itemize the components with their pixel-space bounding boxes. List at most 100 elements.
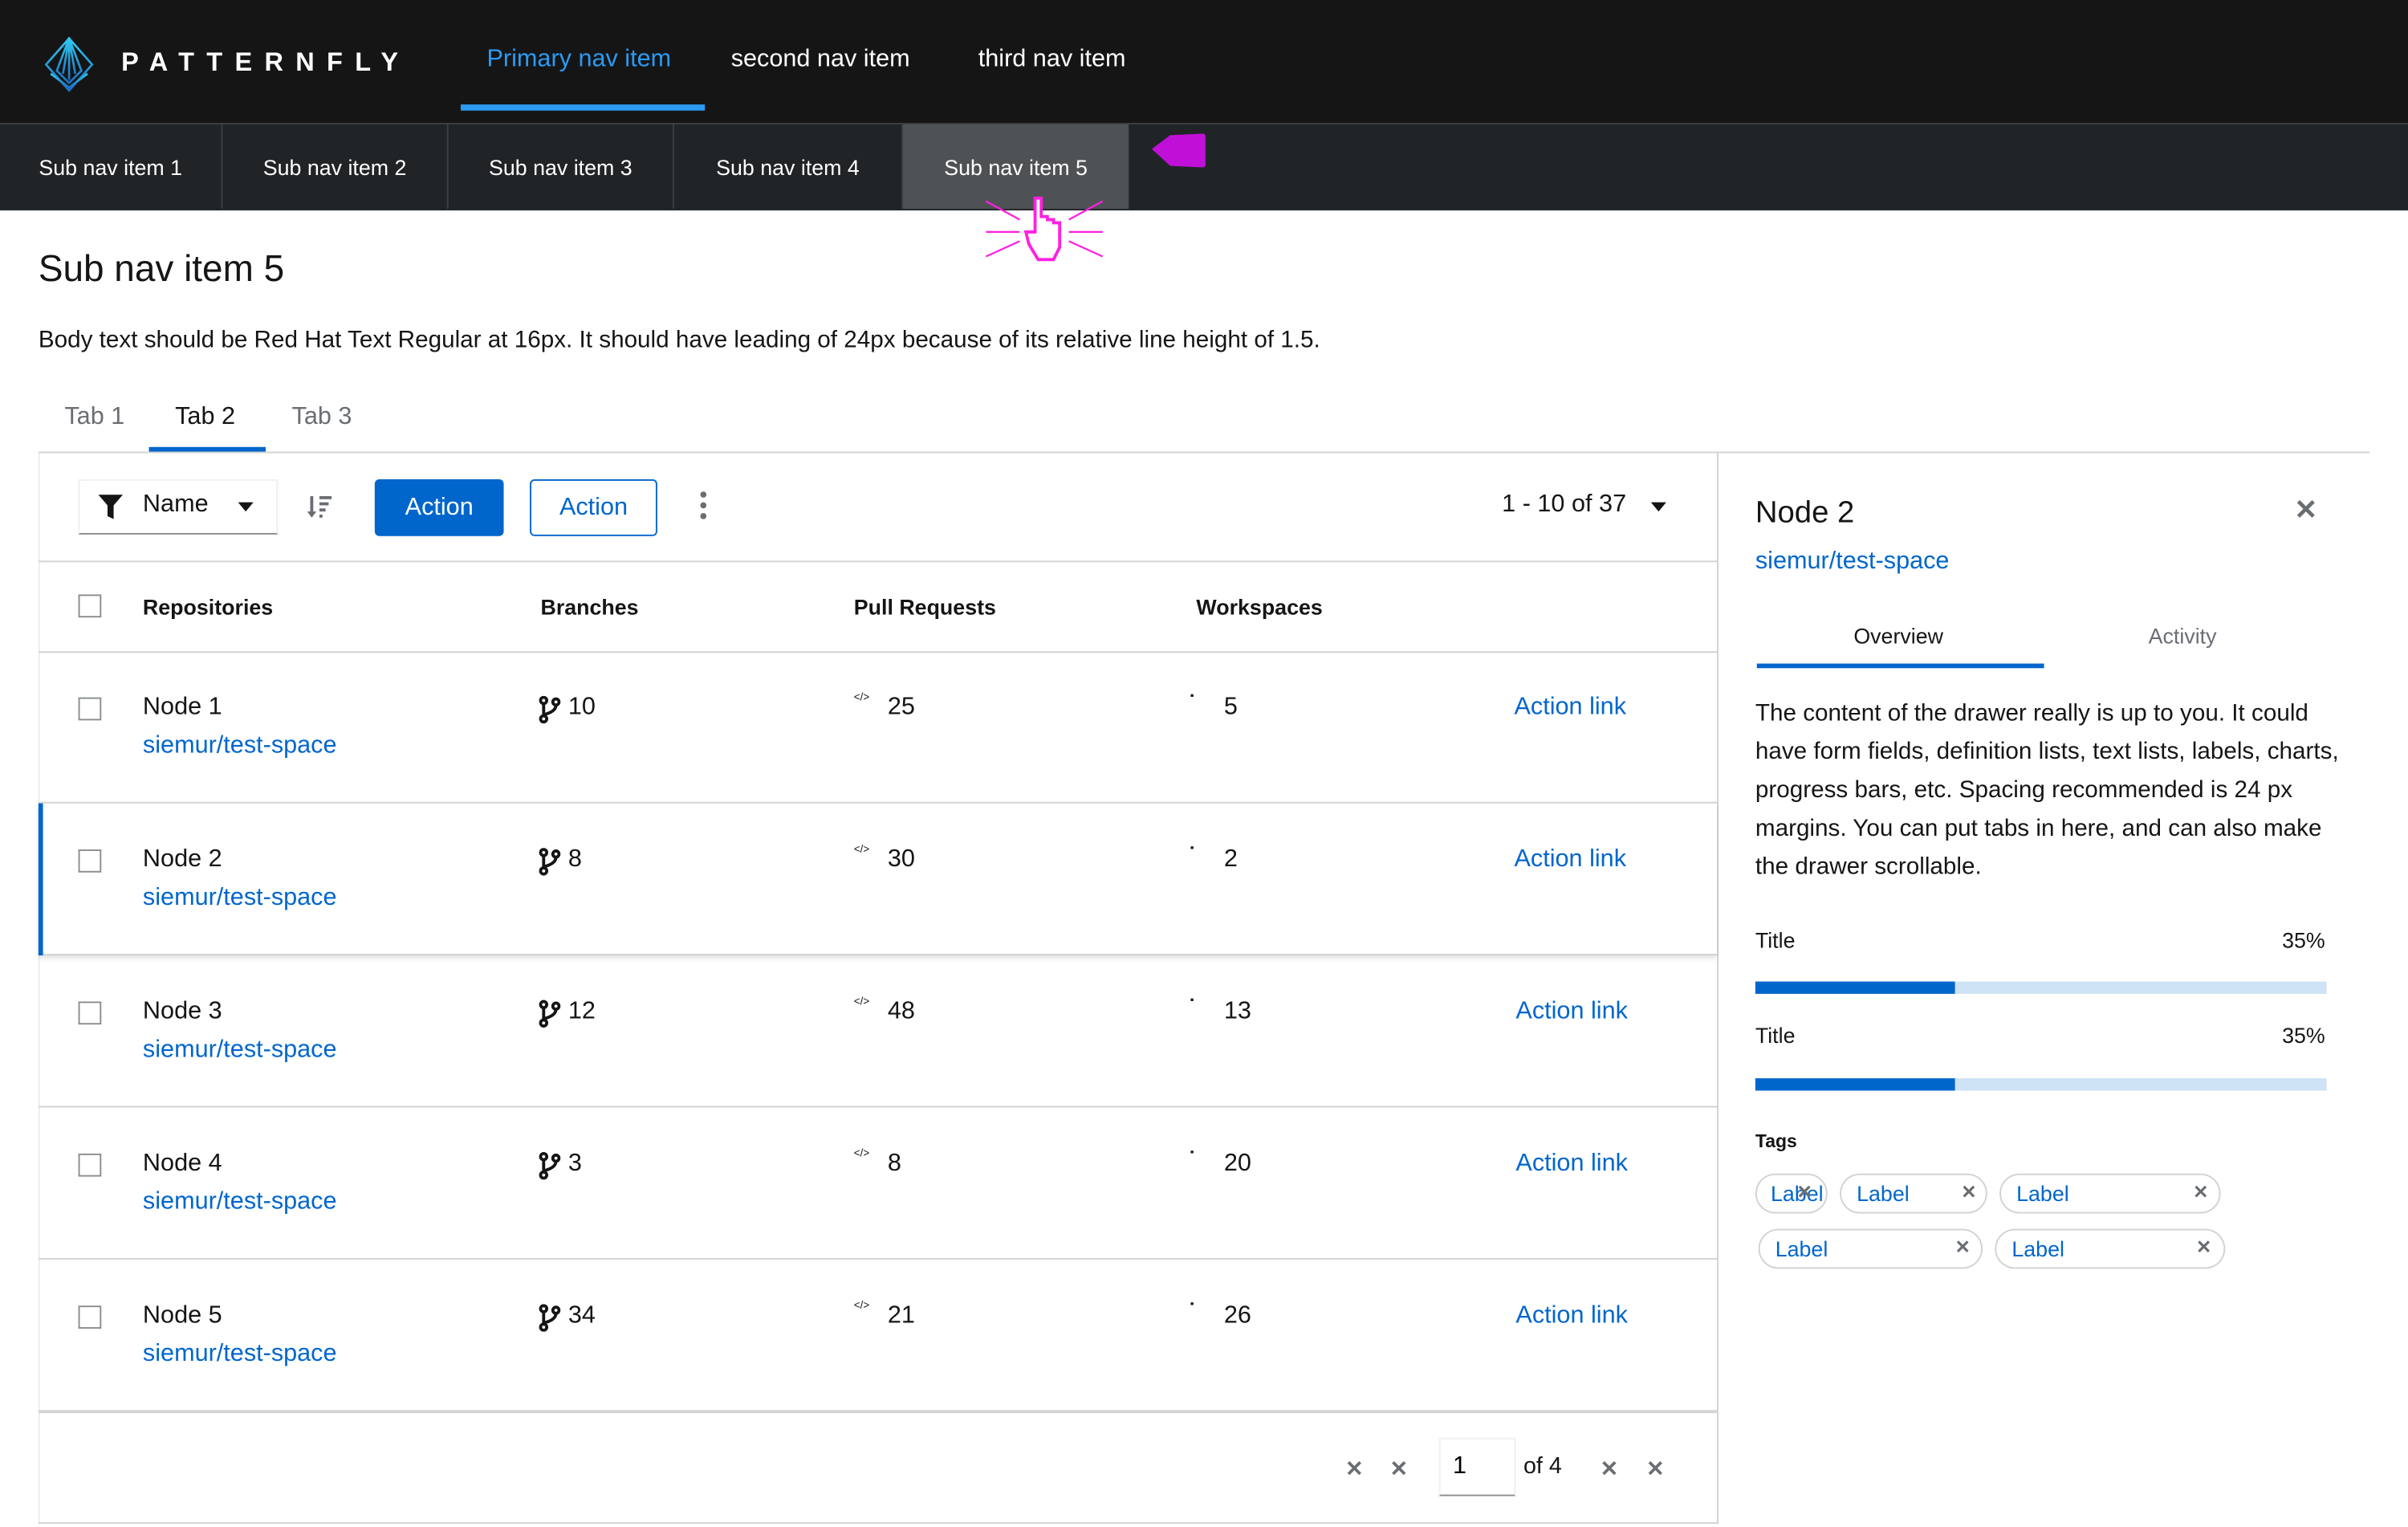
row-branches: 34 bbox=[567, 1302, 596, 1329]
row-checkbox[interactable] bbox=[78, 1001, 102, 1025]
row-node-name: Node 5 bbox=[142, 1302, 222, 1329]
first-page-button[interactable]: ✕ bbox=[1345, 1456, 1363, 1483]
drawer-repo-link[interactable]: siemur/test-space bbox=[1755, 548, 1950, 576]
subnav-item-2[interactable]: Sub nav item 2 bbox=[222, 124, 449, 210]
row-repo-link[interactable]: siemur/test-space bbox=[143, 1189, 337, 1216]
cube-icon: ▪ bbox=[1190, 690, 1194, 702]
page-number-input[interactable] bbox=[1438, 1437, 1516, 1496]
page-description: Body text should be Red Hat Text Regular… bbox=[38, 327, 1320, 354]
subnav-item-3[interactable]: Sub nav item 3 bbox=[449, 124, 674, 210]
pagination-range: 1 - 10 bbox=[1502, 491, 1565, 518]
column-header-repositories[interactable]: Repositories bbox=[143, 594, 273, 619]
pagination-of: of bbox=[1571, 491, 1592, 518]
table-row[interactable] bbox=[39, 1260, 1717, 1411]
table-row[interactable] bbox=[39, 1107, 1717, 1259]
table-row[interactable] bbox=[39, 955, 1717, 1107]
drawer-tab-overview[interactable]: Overview bbox=[1853, 624, 1943, 649]
caret-down-icon bbox=[238, 502, 254, 512]
row-repo-link[interactable]: siemur/test-space bbox=[143, 885, 337, 912]
tags-label: Tags bbox=[1755, 1130, 1797, 1152]
progress-bar-2-fill bbox=[1755, 1078, 1955, 1091]
drawer-close-icon[interactable]: ✕ bbox=[2294, 495, 2317, 527]
next-page-button[interactable]: ✕ bbox=[1601, 1456, 1618, 1483]
secondary-action-button[interactable]: Action bbox=[530, 478, 657, 536]
code-branch-icon bbox=[539, 695, 561, 724]
sort-icon[interactable] bbox=[307, 495, 332, 519]
row-action-link[interactable]: Action link bbox=[1514, 694, 1626, 722]
row-checkbox[interactable] bbox=[78, 1305, 102, 1329]
row-node-name: Node 3 bbox=[142, 998, 222, 1025]
row-repo-link[interactable]: siemur/test-space bbox=[143, 1341, 337, 1368]
row-checkbox[interactable] bbox=[78, 1153, 102, 1177]
tag-chip: Label ✕ bbox=[1755, 1173, 1828, 1214]
kebab-menu-icon[interactable] bbox=[696, 491, 711, 522]
tab-1[interactable]: Tab 1 bbox=[64, 404, 124, 431]
column-header-workspaces[interactable]: Workspaces bbox=[1196, 594, 1322, 619]
filter-icon bbox=[98, 495, 124, 519]
subnav-item-4[interactable]: Sub nav item 4 bbox=[674, 124, 904, 210]
cube-icon: ▪ bbox=[1190, 995, 1194, 1007]
progress-1-title: Title bbox=[1755, 927, 1796, 953]
row-repo-link[interactable]: siemur/test-space bbox=[143, 733, 337, 760]
row-action-link[interactable]: Action link bbox=[1514, 846, 1626, 873]
footer-divider bbox=[38, 1411, 1718, 1414]
page-count: of 4 bbox=[1523, 1452, 1562, 1480]
annotation-marker-icon bbox=[1151, 133, 1206, 168]
nav-item-primary[interactable]: Primary nav item bbox=[487, 46, 672, 73]
nav-active-indicator bbox=[460, 104, 706, 111]
code-icon: </> bbox=[853, 845, 870, 856]
row-action-link[interactable]: Action link bbox=[1515, 1302, 1628, 1330]
row-action-link[interactable]: Action link bbox=[1515, 999, 1628, 1026]
pagination-total: 37 bbox=[1599, 491, 1627, 518]
subnav-item-1[interactable]: Sub nav item 1 bbox=[0, 124, 223, 210]
row-checkbox[interactable] bbox=[78, 697, 102, 721]
pagination-caret-icon[interactable] bbox=[1650, 502, 1666, 512]
row-branches: 12 bbox=[567, 998, 596, 1025]
tag-remove-icon[interactable]: ✕ bbox=[2196, 1236, 2211, 1258]
patternfly-logo-icon[interactable] bbox=[39, 36, 100, 92]
code-branch-icon bbox=[539, 1304, 561, 1332]
tag-label: Label bbox=[1857, 1181, 1910, 1206]
cube-icon: ▪ bbox=[1190, 843, 1194, 854]
table-row[interactable] bbox=[39, 804, 1717, 955]
tag-remove-icon[interactable]: ✕ bbox=[1797, 1181, 1812, 1203]
toolbar-divider bbox=[38, 560, 1718, 563]
tab-active-indicator bbox=[148, 446, 266, 452]
row-checkbox[interactable] bbox=[78, 849, 102, 873]
tab-2[interactable]: Tab 2 bbox=[175, 404, 235, 431]
filter-label: Name bbox=[142, 491, 209, 518]
row-branches: 10 bbox=[567, 694, 596, 721]
tag-remove-icon[interactable]: ✕ bbox=[1955, 1236, 1971, 1258]
select-all-checkbox[interactable] bbox=[78, 594, 102, 618]
row-branches: 8 bbox=[567, 846, 582, 873]
code-branch-icon bbox=[539, 1151, 561, 1180]
row-action-link[interactable]: Action link bbox=[1515, 1150, 1628, 1178]
last-page-button[interactable]: ✕ bbox=[1646, 1456, 1664, 1483]
nav-item-third[interactable]: third nav item bbox=[978, 46, 1126, 73]
row-node-name: Node 1 bbox=[142, 694, 222, 721]
previous-page-button[interactable]: ✕ bbox=[1390, 1456, 1408, 1483]
row-workspaces: 13 bbox=[1223, 998, 1251, 1025]
nav-item-second[interactable]: second nav item bbox=[731, 46, 910, 73]
pagination-summary[interactable]: 1 - 10 of 37 bbox=[1502, 491, 1626, 519]
column-header-pull-requests[interactable]: Pull Requests bbox=[854, 594, 996, 619]
progress-2-title: Title bbox=[1755, 1023, 1796, 1048]
row-node-name: Node 4 bbox=[142, 1150, 222, 1177]
panel-bottom-border bbox=[38, 1522, 1719, 1524]
drawer-tab-activity[interactable]: Activity bbox=[2149, 624, 2217, 649]
drawer-body-text: The content of the drawer really is up t… bbox=[1755, 700, 2339, 881]
tab-3[interactable]: Tab 3 bbox=[292, 404, 352, 431]
row-pull-requests: 48 bbox=[887, 998, 915, 1025]
row-workspaces: 26 bbox=[1223, 1302, 1251, 1329]
row-repo-link[interactable]: siemur/test-space bbox=[143, 1036, 337, 1064]
selected-row-indicator bbox=[38, 803, 43, 956]
code-icon: </> bbox=[853, 1301, 870, 1312]
column-header-branches[interactable]: Branches bbox=[540, 594, 638, 619]
table-row[interactable] bbox=[39, 651, 1717, 803]
tag-label: Label bbox=[1775, 1236, 1828, 1261]
primary-action-button[interactable]: Action bbox=[374, 478, 504, 536]
tag-remove-icon[interactable]: ✕ bbox=[2193, 1181, 2208, 1203]
tag-remove-icon[interactable]: ✕ bbox=[1961, 1181, 1976, 1203]
click-cursor-icon bbox=[985, 196, 1104, 262]
cube-icon: ▪ bbox=[1190, 1299, 1194, 1311]
